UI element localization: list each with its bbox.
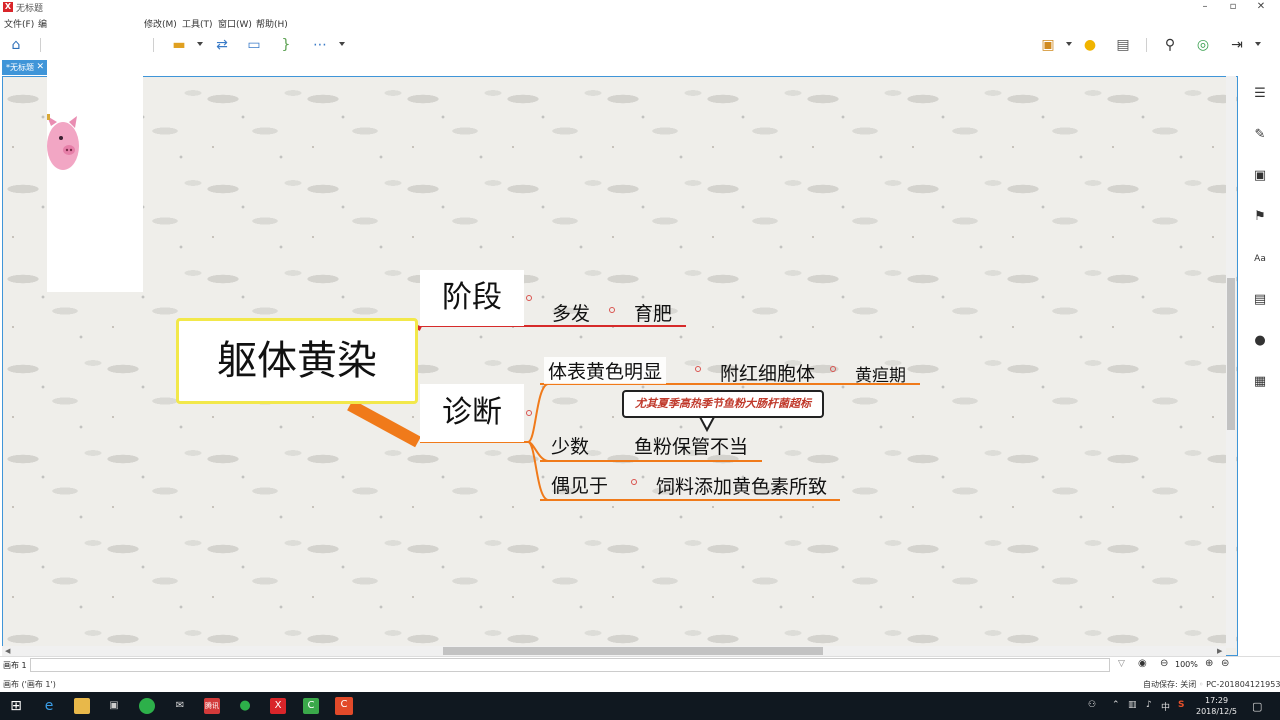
sheet-label: 画布 ('画布 1') [3, 680, 56, 689]
zoom-level: 100% [1175, 660, 1198, 669]
connector-central-to-diagnosis [347, 399, 421, 448]
store-icon[interactable]: ▣ [106, 698, 122, 714]
collapse-toggle-icon[interactable] [526, 410, 532, 416]
mail-icon[interactable]: ✉ [172, 698, 188, 714]
right-sidebar [1240, 76, 1280, 656]
security-app-icon[interactable]: S [1178, 700, 1184, 710]
notes-icon[interactable]: ▤ [1252, 292, 1268, 308]
scroll-right-icon[interactable]: ▶ [1217, 647, 1222, 655]
autosave-status[interactable]: 自动保存: 关闭 [1143, 680, 1196, 689]
outline-icon[interactable]: ☰ [1252, 86, 1268, 102]
topic-stage[interactable]: 阶段 [420, 270, 524, 326]
central-topic[interactable]: 躯体黄染 [176, 318, 418, 404]
pc-name: PC-201804121953 [1206, 680, 1280, 689]
zoom-out-icon[interactable]: ⊖ [1160, 658, 1168, 669]
subtopic-body-yellow[interactable]: 体表黄色明显 [544, 357, 667, 384]
status-right: 自动保存: 关闭 ◦ PC-201804121953 [1143, 679, 1280, 690]
sheet-area [30, 658, 1110, 672]
image-icon[interactable]: ▣ [1252, 168, 1268, 184]
callout-fishmeal-note[interactable]: 尤其夏季高热季节鱼粉大肠杆菌超标 [622, 390, 824, 418]
wechat-icon[interactable]: ● [237, 698, 253, 714]
collapse-toggle-icon[interactable] [830, 366, 836, 372]
task-icon[interactable]: ▦ [1252, 374, 1268, 390]
clock-date: 2018/12/5 [1196, 707, 1238, 716]
collapse-toggle-icon[interactable] [526, 295, 532, 301]
file-explorer-icon[interactable] [74, 698, 90, 714]
tray-expand-icon[interactable]: ⌃ [1112, 700, 1120, 710]
subtopic-fattening[interactable]: 育肥 [634, 299, 672, 326]
app-window: X 无标题 – ▫ ✕ 文件(F) 编 修改(M) 工具(T) 窗口(W) 帮助… [0, 0, 1280, 720]
network-icon[interactable]: ▥ [1128, 700, 1137, 710]
status-bar: 画布 ('画布 1') 自动保存: 关闭 ◦ PC-201804121953 [0, 676, 1280, 692]
subtopic-yellow-pigment[interactable]: 饲料添加黄色素所致 [656, 472, 827, 499]
connector-central-to-stage [416, 325, 422, 331]
topic-diagnosis[interactable]: 诊断 [420, 384, 524, 442]
app-green-icon[interactable] [139, 698, 155, 714]
flag-icon[interactable]: ⚑ [1252, 209, 1268, 225]
collapse-toggle-icon[interactable] [695, 366, 701, 372]
people-icon[interactable]: ⚇ [1088, 700, 1096, 710]
volume-icon[interactable]: ♪ [1146, 700, 1152, 710]
format-brush-icon[interactable]: ✎ [1252, 127, 1268, 143]
xmind-icon[interactable]: X [270, 698, 286, 714]
comment-icon[interactable]: ● [1252, 333, 1268, 349]
filter-icon[interactable]: ▽ [1118, 659, 1125, 669]
collapse-toggle-icon[interactable] [631, 479, 637, 485]
ime-indicator[interactable]: 中 [1161, 700, 1170, 713]
subtopic-few[interactable]: 少数 [551, 432, 589, 459]
close-button[interactable]: ✕ [1248, 0, 1274, 14]
notification-icon[interactable]: ▢ [1252, 700, 1262, 713]
clock-time: 17:29 [1204, 696, 1229, 705]
subtopic-occasional[interactable]: 偶见于 [551, 471, 608, 498]
vertical-scroll-thumb[interactable] [1227, 278, 1235, 430]
horizontal-scroll-thumb[interactable] [443, 647, 823, 655]
pig-icon [47, 114, 79, 170]
camtasia-recorder-icon[interactable]: C [335, 697, 353, 715]
chevron-down-icon[interactable] [1255, 42, 1261, 46]
edge-browser-icon[interactable]: e [41, 698, 57, 714]
tencent-video-icon[interactable]: 腾讯 [204, 698, 220, 714]
subtopic-jaundice-phase[interactable]: 黄疸期 [855, 361, 906, 386]
subtopic-fishmeal-storage[interactable]: 鱼粉保管不当 [634, 432, 748, 459]
zoom-in-icon[interactable]: ⊕ [1205, 658, 1213, 669]
eye-icon[interactable]: ◉ [1138, 658, 1147, 669]
callout-pointer [699, 416, 715, 433]
fit-view-icon[interactable]: ⊜ [1221, 658, 1229, 669]
text-style-icon[interactable]: Aa [1252, 251, 1268, 267]
camtasia-icon[interactable]: C [303, 698, 319, 714]
collapse-toggle-icon[interactable] [609, 307, 615, 313]
subtopic-frequent[interactable]: 多发 [552, 299, 590, 326]
taskbar-clock[interactable]: 17:29 2018/12/5 [1196, 695, 1237, 717]
subtopic-eperythrozoon[interactable]: 附红细胞体 [720, 359, 815, 386]
connector-diagnosis-branches [527, 383, 549, 501]
scroll-left-icon[interactable]: ◀ [5, 647, 10, 655]
sheet-tab[interactable]: 画布 1 [3, 660, 27, 671]
status-dot-icon: ◦ [1198, 680, 1207, 689]
windows-start-icon[interactable]: ⊞ [8, 698, 24, 714]
